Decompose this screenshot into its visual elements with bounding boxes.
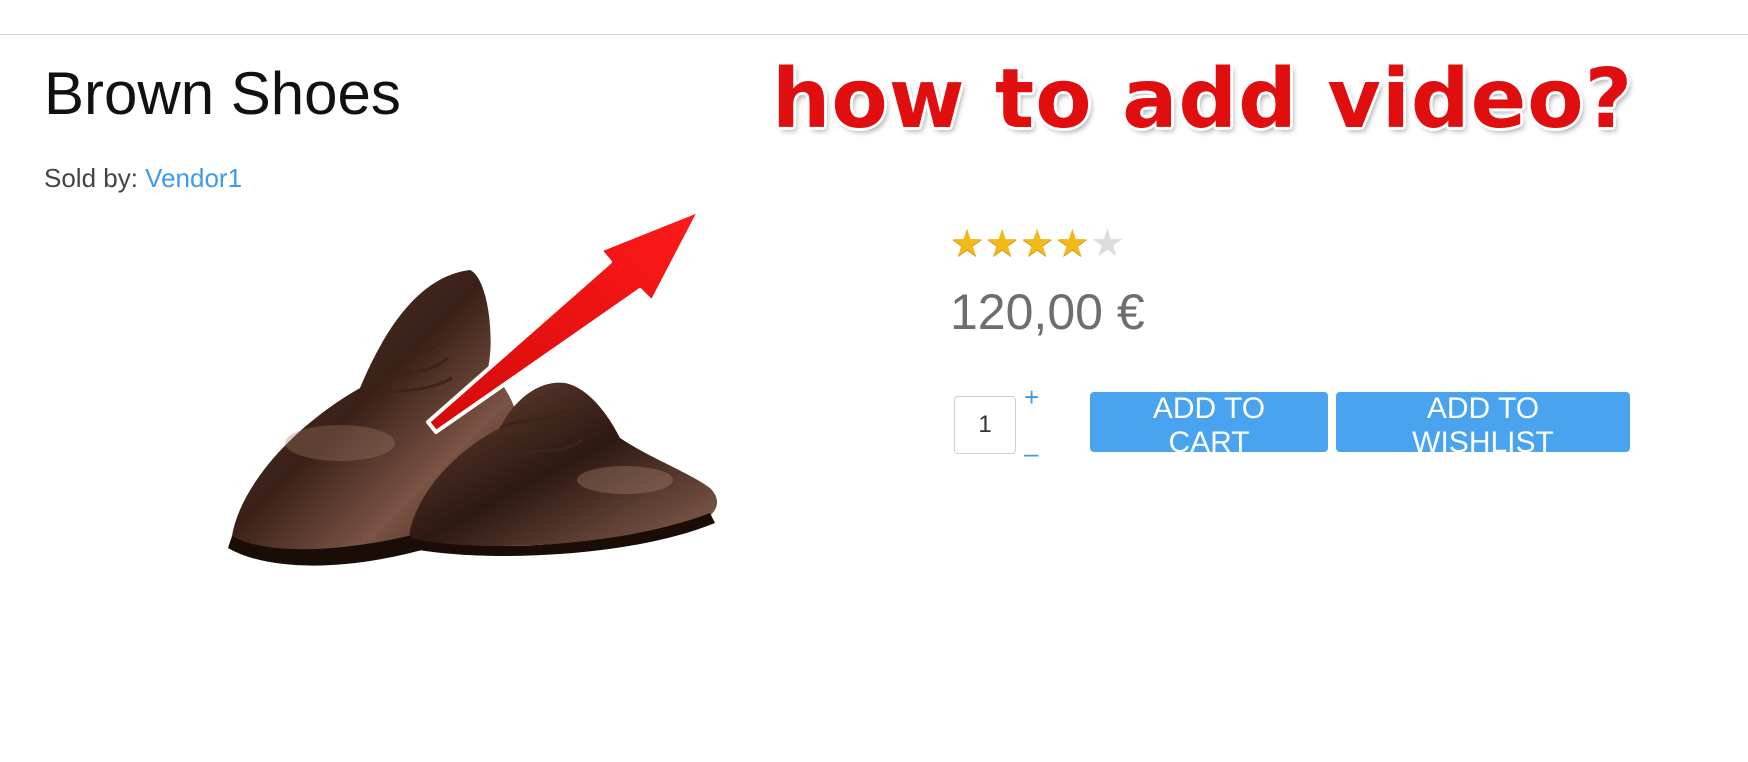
quantity-decrease-button[interactable]: – [1024,438,1038,468]
annotation-text: how to add video? [772,52,1634,147]
star-filled-icon: ★ [950,223,985,265]
annotation-arrow-icon [426,208,702,434]
add-to-wishlist-button[interactable]: ADD TO WISHLIST [1336,392,1630,459]
add-to-cart-button[interactable]: ADD TO CART [1090,392,1328,459]
vendor-link[interactable]: Vendor1 [145,163,242,193]
product-title: Brown Shoes [44,60,401,127]
quantity-input[interactable] [954,396,1016,454]
sold-by-label: Sold by: [44,163,146,193]
star-filled-icon: ★ [1055,223,1090,265]
sold-by: Sold by: Vendor1 [44,162,242,194]
header-divider [0,34,1748,35]
quantity-increase-button[interactable]: + [1024,382,1039,412]
product-price: 120,00 € [950,284,1145,340]
star-empty-icon: ★ [1090,223,1125,265]
star-filled-icon: ★ [1020,223,1055,265]
star-filled-icon: ★ [985,223,1020,265]
star-rating: ★ ★ ★ ★ ★ [950,224,1124,264]
